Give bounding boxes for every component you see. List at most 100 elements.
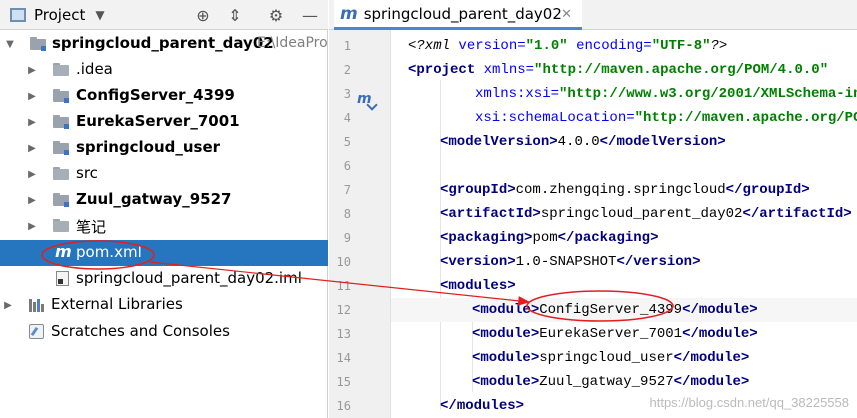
code-line-8[interactable]: <artifactId>springcloud_parent_day02</ar…	[391, 202, 857, 226]
tree-item-label: src	[76, 164, 98, 182]
xml-tag: module	[698, 302, 750, 318]
xml-text: springcloud_user	[539, 350, 674, 366]
xml-text: 4.0.0	[557, 134, 600, 150]
tree-item-scratches[interactable]: Scratches and Consoles	[0, 319, 328, 345]
code-line-7[interactable]: <groupId>com.zhengqing.springcloud</grou…	[391, 178, 857, 202]
module-marker-icon	[41, 46, 46, 51]
xml-attr: xsi:schemaLocation=	[475, 110, 635, 126]
xml-attr: xmlns=	[483, 62, 535, 78]
line-number: 9	[343, 231, 351, 245]
iml-file-icon	[56, 271, 69, 286]
line-number: 4	[343, 111, 351, 125]
module-marker-icon	[64, 124, 69, 129]
maven-m-icon: m	[55, 242, 72, 261]
tree-item-configserver[interactable]: ▶ ConfigServer_4399	[0, 83, 328, 109]
tree-item-label: Zuul_gatway_9527	[76, 190, 232, 208]
collapse-all-icon[interactable]: ⇕	[225, 5, 245, 25]
xml-text: com.zhengqing.springcloud	[515, 182, 726, 198]
line-number: 12	[336, 303, 351, 317]
tree-item-root[interactable]: ▼ springcloud_parent_day02 E:\IdeaPro	[0, 31, 328, 57]
code-line-10[interactable]: <version>1.0-SNAPSHOT</version>	[391, 250, 857, 274]
line-number: 16	[336, 399, 351, 413]
tree-item-label: External Libraries	[51, 295, 183, 313]
project-panel-icon	[10, 8, 26, 22]
line-number: 5	[343, 135, 351, 149]
code-line-2[interactable]: <project xmlns="http://maven.apache.org/…	[391, 58, 857, 82]
chevron-right-icon[interactable]: ▶	[26, 168, 38, 180]
project-view-selector[interactable]: Project ▼	[10, 5, 105, 25]
tree-item-springcloud-user[interactable]: ▶ springcloud_user	[0, 135, 328, 161]
project-panel-title: Project	[34, 6, 86, 24]
code-line-4[interactable]: xsi:schemaLocation="http://maven.apache.…	[391, 106, 857, 130]
xml-attr: encoding=	[576, 38, 652, 54]
xml-text: ConfigServer_4399	[539, 302, 683, 318]
chevron-right-icon[interactable]: ▶	[26, 142, 38, 154]
tree-item-src[interactable]: ▶ src	[0, 161, 328, 187]
chevron-down-icon[interactable]: ▼	[4, 38, 16, 50]
code-line-1[interactable]: <?xml version="1.0" encoding="UTF-8"?>	[391, 34, 857, 58]
xml-tag: packaging	[448, 230, 525, 246]
code-line-3[interactable]: xmlns:xsi="http://www.w3.org/2001/XMLSch…	[391, 82, 857, 106]
tree-item-label: springcloud_parent_day02	[52, 34, 274, 52]
chevron-right-icon[interactable]: ▶	[26, 90, 38, 102]
xml-tag: module	[480, 326, 531, 342]
chevron-right-icon[interactable]: ▶	[26, 64, 38, 76]
xml-attr: version=	[458, 38, 526, 54]
code-line-15[interactable]: <module>Zuul_gatway_9527</module>	[391, 370, 857, 394]
xml-attr: xmlns:xsi=	[475, 86, 560, 102]
tree-item-iml[interactable]: springcloud_parent_day02.iml	[0, 266, 328, 292]
xml-tag: groupId	[448, 182, 508, 198]
code-line-13[interactable]: <module>EurekaServer_7001</module>	[391, 322, 857, 346]
line-number: 7	[343, 183, 351, 197]
tree-item-notes[interactable]: ▶ 笔记	[0, 213, 328, 239]
library-icon	[29, 298, 45, 312]
tree-item-label: EurekaServer_7001	[76, 112, 240, 130]
xml-attr-value: "http://maven.apache.org/POM	[634, 110, 857, 126]
code-line-11[interactable]: <modules>	[391, 274, 857, 298]
watermark: https://blog.csdn.net/qq_38225558	[649, 395, 850, 410]
tab-pom-xml[interactable]: m springcloud_parent_day02 ✕	[334, 0, 582, 30]
code-line-9[interactable]: <packaging>pom</packaging>	[391, 226, 857, 250]
module-marker-icon	[64, 98, 69, 103]
editor-tab-bar: m springcloud_parent_day02 ✕	[329, 0, 857, 30]
chevron-right-icon[interactable]: ▶	[2, 299, 14, 311]
code-line-14[interactable]: <module>springcloud_user</module>	[391, 346, 857, 370]
line-number: 1	[343, 39, 351, 53]
xml-tag: version	[448, 254, 508, 270]
xml-text: Zuul_gatway_9527	[539, 374, 674, 390]
folder-icon	[53, 167, 69, 180]
hide-panel-icon[interactable]: —	[300, 5, 320, 25]
scratches-icon	[29, 324, 44, 339]
chevron-down-icon: ▼	[95, 8, 105, 22]
xml-tag: packaging	[574, 230, 651, 246]
chevron-right-icon[interactable]: ▶	[26, 220, 38, 232]
tree-item-eurekaserver[interactable]: ▶ EurekaServer_7001	[0, 109, 328, 135]
xml-tag: module	[690, 350, 741, 366]
project-tool-window: Project ▼ ⊕ ⇕ ⚙ — ▼ springcloud_parent_d…	[0, 0, 328, 418]
xml-attr-value: "http://maven.apache.org/POM/4.0.0"	[534, 62, 829, 78]
code-line-5[interactable]: <modelVersion>4.0.0</modelVersion>	[391, 130, 857, 154]
xml-attr-value: "http://www.w3.org/2001/XMLSchema-ins	[559, 86, 857, 102]
code-line-12[interactable]: <module>ConfigServer_4399</module>	[391, 298, 857, 322]
tree-item-pom-xml[interactable]: m pom.xml	[0, 240, 328, 266]
line-number: 13	[336, 327, 351, 341]
code-editor: m springcloud_parent_day02 ✕ 1 2 3 4 5 6…	[329, 0, 857, 418]
maven-fold-marker-icon[interactable]: m	[357, 91, 372, 107]
gear-icon[interactable]: ⚙	[266, 5, 286, 25]
xml-tag: module	[480, 350, 531, 366]
tree-item-zuul-gatway[interactable]: ▶ Zuul_gatway_9527	[0, 187, 328, 213]
chevron-right-icon[interactable]: ▶	[26, 116, 38, 128]
tree-item-label: springcloud_parent_day02.iml	[76, 269, 302, 287]
tree-item-path: E:\IdeaPro	[257, 35, 328, 51]
chevron-right-icon[interactable]: ▶	[26, 194, 38, 206]
tree-item-external-libraries[interactable]: ▶ External Libraries	[0, 292, 328, 318]
close-icon[interactable]: ✕	[561, 7, 572, 22]
tree-item-label: Scratches and Consoles	[51, 322, 230, 340]
project-panel-header: Project ▼ ⊕ ⇕ ⚙ —	[0, 0, 328, 30]
tree-item-label: springcloud_user	[76, 138, 221, 156]
tree-item-idea[interactable]: ▶ .idea	[0, 57, 328, 83]
folder-icon	[53, 63, 69, 76]
module-marker-icon	[64, 202, 69, 207]
line-number: 8	[343, 207, 351, 221]
locate-target-icon[interactable]: ⊕	[193, 5, 213, 25]
